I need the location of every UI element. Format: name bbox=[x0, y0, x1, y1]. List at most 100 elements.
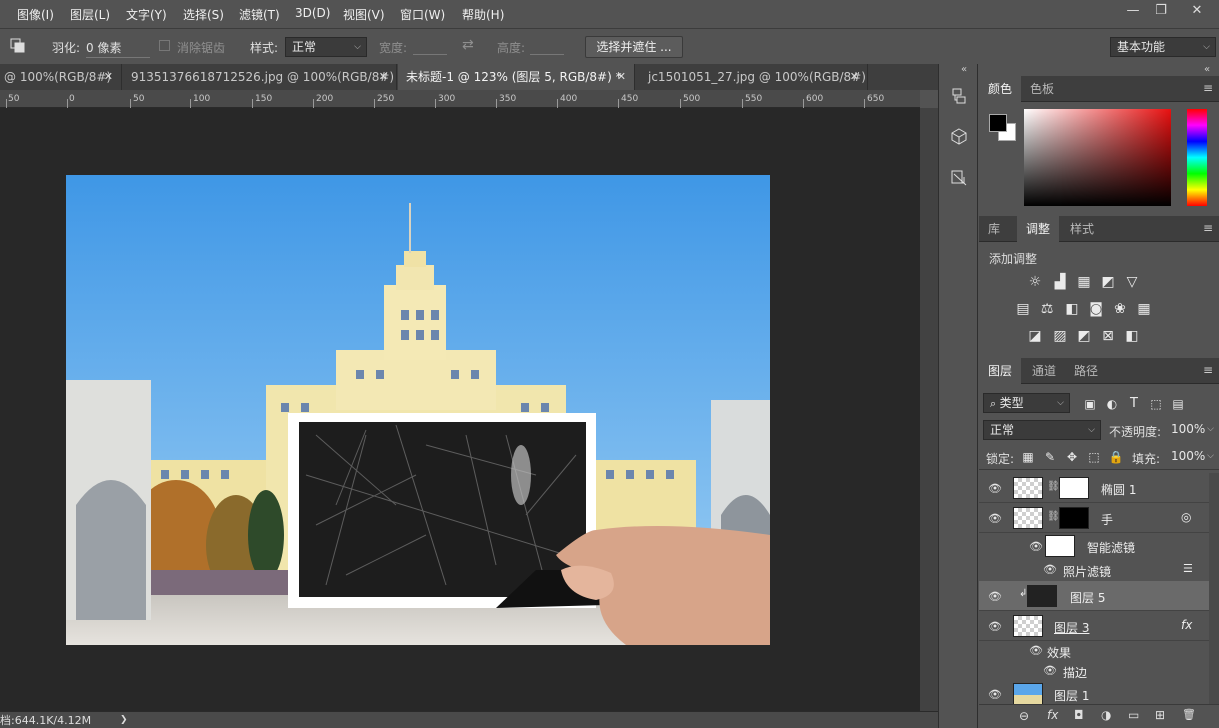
levels-icon[interactable]: ▟ bbox=[1051, 273, 1069, 291]
new-group-icon[interactable]: ▭ bbox=[1128, 708, 1139, 722]
opacity-input[interactable]: 100% ⌵ bbox=[1165, 420, 1219, 440]
visibility-eye-icon[interactable]: 👁 bbox=[988, 590, 1002, 604]
panel-menu-icon[interactable]: ≡ bbox=[1203, 363, 1213, 377]
gradient-map-icon[interactable]: ◧ bbox=[1123, 327, 1141, 345]
filter-smart-icon[interactable]: ▤ bbox=[1169, 395, 1187, 413]
filter-type-icon[interactable]: T bbox=[1125, 395, 1143, 413]
select-and-mask-button[interactable]: 选择并遮住 ... bbox=[585, 36, 683, 58]
visibility-eye-icon[interactable]: 👁 bbox=[1029, 540, 1043, 554]
lock-brush-icon[interactable]: ✎ bbox=[1041, 448, 1059, 466]
color-field[interactable] bbox=[1024, 109, 1171, 206]
smart-filters-row[interactable]: 👁 智能滤镜 bbox=[979, 534, 1209, 558]
visibility-eye-icon[interactable]: 👁 bbox=[988, 482, 1002, 496]
swap-icon[interactable]: ⇄ bbox=[462, 37, 474, 53]
filter-adjust-icon[interactable]: ◐ bbox=[1103, 395, 1121, 413]
add-mask-icon[interactable]: ◘ bbox=[1074, 708, 1084, 722]
menu-3d[interactable]: 3D(D) bbox=[295, 6, 330, 20]
close-icon[interactable]: ✕ bbox=[850, 64, 859, 90]
restore-button[interactable]: ❐ bbox=[1148, 2, 1174, 20]
visibility-eye-icon[interactable]: 👁 bbox=[1043, 563, 1057, 577]
visibility-eye-icon[interactable]: 👁 bbox=[988, 688, 1002, 702]
antialias-checkbox[interactable] bbox=[159, 40, 170, 51]
photo-filter-icon[interactable]: ◙ bbox=[1087, 300, 1105, 318]
layer-filter-select[interactable]: ⌕ 类型 ⌵ bbox=[983, 393, 1070, 413]
brightness-icon[interactable]: ☼ bbox=[1026, 273, 1044, 291]
new-layer-icon[interactable]: ⊞ bbox=[1155, 708, 1165, 722]
document-canvas[interactable] bbox=[66, 175, 770, 645]
tab-doc-1[interactable]: @ 100%(RGB/8#) ✕ bbox=[0, 64, 122, 90]
fx-badge[interactable]: fx bbox=[1181, 618, 1192, 632]
vertical-scrollbar[interactable] bbox=[920, 108, 938, 711]
menu-type[interactable]: 文字(Y) bbox=[126, 6, 167, 23]
tab-swatches[interactable]: 色板 bbox=[1021, 76, 1063, 102]
vibrance-icon[interactable]: ▽ bbox=[1123, 273, 1141, 291]
delete-icon[interactable]: 🗑 bbox=[1182, 708, 1196, 721]
black-white-icon[interactable]: ◧ bbox=[1063, 300, 1081, 318]
collapse-panels-icon[interactable]: « bbox=[1204, 64, 1210, 75]
menu-window[interactable]: 窗口(W) bbox=[400, 6, 445, 23]
menu-layer[interactable]: 图层(L) bbox=[70, 6, 110, 23]
blend-mode-select[interactable]: 正常 ⌵ bbox=[983, 420, 1101, 440]
tab-layers[interactable]: 图层 bbox=[979, 358, 1022, 384]
curves-icon[interactable]: ▦ bbox=[1075, 273, 1093, 291]
hue-saturation-icon[interactable]: ▤ bbox=[1014, 300, 1032, 318]
mask-thumbnail[interactable] bbox=[1059, 507, 1089, 529]
tab-doc-4[interactable]: jc1501051_27.jpg @ 100%(RGB/8#) ✕ bbox=[636, 64, 868, 90]
posterize-icon[interactable]: ▨ bbox=[1051, 327, 1069, 345]
tab-color[interactable]: 颜色 bbox=[979, 76, 1022, 102]
lock-artboard-icon[interactable]: ⬚ bbox=[1085, 448, 1103, 466]
history-icon[interactable] bbox=[947, 86, 971, 110]
exposure-icon[interactable]: ◩ bbox=[1099, 273, 1117, 291]
close-button[interactable]: ✕ bbox=[1184, 2, 1210, 20]
color-lookup-icon[interactable]: ▦ bbox=[1135, 300, 1153, 318]
new-adjustment-icon[interactable]: ◑ bbox=[1101, 708, 1111, 722]
layer-row-ellipse[interactable]: 👁 ⛓ 椭圆 1 bbox=[979, 473, 1209, 503]
visibility-eye-icon[interactable]: 👁 bbox=[1029, 644, 1043, 658]
close-icon[interactable]: ✕ bbox=[104, 64, 113, 90]
layer-row-layer3[interactable]: 👁 图层 3 fx bbox=[979, 611, 1209, 641]
lock-transparent-icon[interactable]: ▦ bbox=[1019, 448, 1037, 466]
selective-color-icon[interactable]: ⊠ bbox=[1099, 327, 1117, 345]
tab-styles[interactable]: 样式 bbox=[1061, 216, 1103, 242]
filter-options-icon[interactable]: ☰ bbox=[1183, 562, 1193, 575]
stroke-effect-row[interactable]: 👁 描边 bbox=[979, 661, 1209, 681]
tab-doc-2[interactable]: 91351376618712526.jpg @ 100%(RGB/8#) ✕ bbox=[123, 64, 397, 90]
fill-input[interactable]: 100% ⌵ bbox=[1165, 447, 1219, 467]
minimize-button[interactable]: — bbox=[1120, 2, 1146, 20]
layers-scrollbar[interactable] bbox=[1209, 473, 1219, 709]
panel-menu-icon[interactable]: ≡ bbox=[1203, 81, 1213, 95]
filter-pixel-icon[interactable]: ▣ bbox=[1081, 395, 1099, 413]
link-layers-icon[interactable]: ⊖ bbox=[1019, 709, 1029, 723]
menu-filter[interactable]: 滤镜(T) bbox=[239, 6, 280, 23]
menu-image[interactable]: 图像(I) bbox=[17, 6, 54, 23]
lock-move-icon[interactable]: ✥ bbox=[1063, 448, 1081, 466]
close-icon[interactable]: ✕ bbox=[617, 64, 626, 90]
width-input[interactable] bbox=[413, 35, 447, 55]
menu-help[interactable]: 帮助(H) bbox=[462, 6, 504, 23]
lock-all-icon[interactable]: 🔒 bbox=[1107, 448, 1125, 466]
channel-mixer-icon[interactable]: ❀ bbox=[1111, 300, 1129, 318]
visibility-eye-icon[interactable]: 👁 bbox=[988, 512, 1002, 526]
tab-channels[interactable]: 通道 bbox=[1023, 358, 1065, 384]
tab-adjustments[interactable]: 调整 bbox=[1017, 216, 1060, 242]
tab-libraries[interactable]: 库 bbox=[979, 216, 1009, 242]
menu-view[interactable]: 视图(V) bbox=[343, 6, 385, 23]
panel-menu-icon[interactable]: ≡ bbox=[1203, 221, 1213, 235]
tab-doc-3-active[interactable]: 未标题-1 @ 123% (图层 5, RGB/8#) * ✕ bbox=[398, 64, 635, 90]
layer-row-hand[interactable]: 👁 ⛓ 手 ◎ bbox=[979, 503, 1209, 533]
close-icon[interactable]: ✕ bbox=[379, 64, 388, 90]
filter-shape-icon[interactable]: ⬚ bbox=[1147, 395, 1165, 413]
fx-icon[interactable]: fx bbox=[1047, 708, 1058, 722]
foreground-color-swatch[interactable] bbox=[989, 114, 1007, 132]
color-balance-icon[interactable]: ⚖ bbox=[1038, 300, 1056, 318]
properties-icon[interactable] bbox=[947, 168, 971, 192]
workspace-select[interactable]: 基本功能 ⌵ bbox=[1110, 37, 1216, 57]
visibility-eye-icon[interactable]: 👁 bbox=[988, 620, 1002, 634]
mask-thumbnail[interactable] bbox=[1059, 477, 1089, 499]
style-select[interactable]: 正常 ⌵ bbox=[285, 37, 367, 57]
tab-paths[interactable]: 路径 bbox=[1065, 358, 1107, 384]
invert-icon[interactable]: ◪ bbox=[1026, 327, 1044, 345]
horizontal-ruler[interactable]: 50 0 50 100 150 200 250 300 350 400 450 … bbox=[0, 90, 920, 108]
3d-icon[interactable] bbox=[947, 126, 971, 150]
effects-row[interactable]: 👁 效果 bbox=[979, 641, 1209, 661]
